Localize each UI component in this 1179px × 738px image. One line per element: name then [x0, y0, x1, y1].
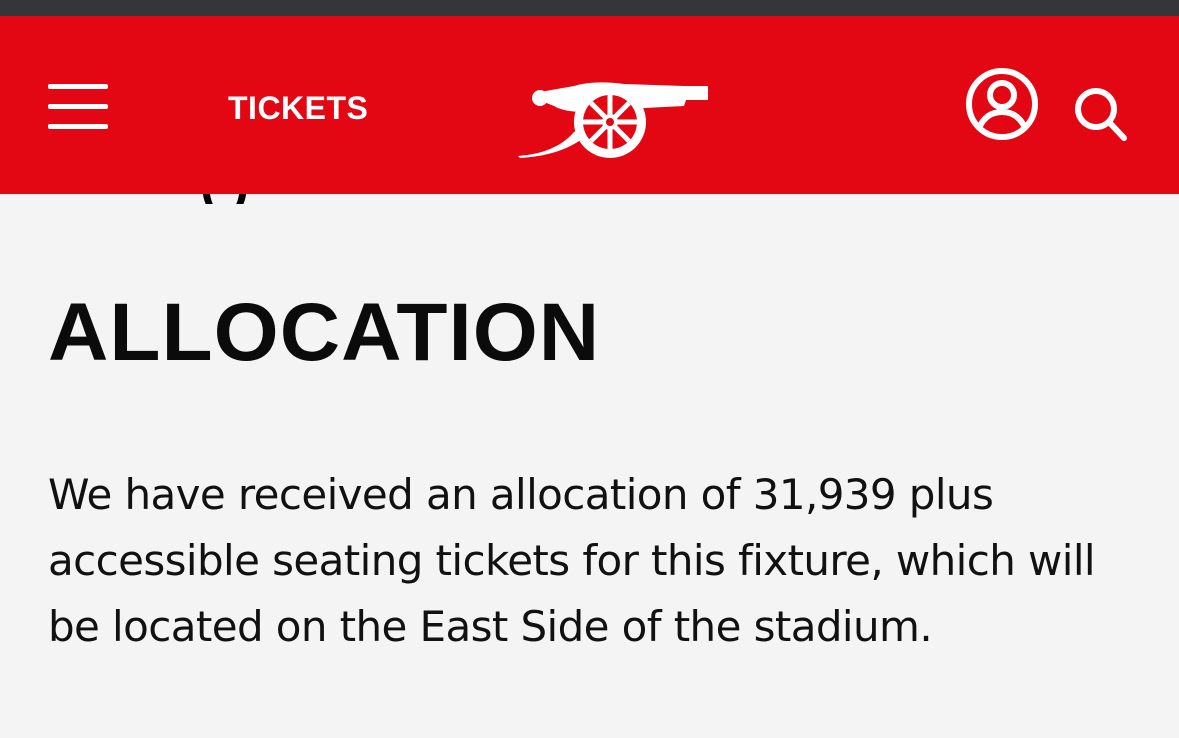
search-button[interactable]	[1068, 82, 1132, 146]
allocation-paragraph: We have received an allocation of 31,939…	[48, 470, 1096, 651]
user-account-icon	[966, 68, 1038, 140]
scrolled-content-remnant: ( )	[0, 194, 1179, 204]
next-paragraph-cutoff: ​	[48, 722, 1138, 738]
site-header: TICKETS	[0, 16, 1179, 194]
account-button[interactable]	[962, 64, 1042, 144]
menu-button[interactable]	[44, 78, 112, 134]
tickets-link[interactable]: TICKETS	[228, 88, 368, 128]
section-heading: ALLOCATION	[48, 287, 601, 378]
cannon-logo-icon	[518, 82, 708, 158]
status-bar	[0, 0, 1179, 16]
logo-link[interactable]	[514, 66, 714, 160]
search-icon	[1075, 88, 1127, 141]
